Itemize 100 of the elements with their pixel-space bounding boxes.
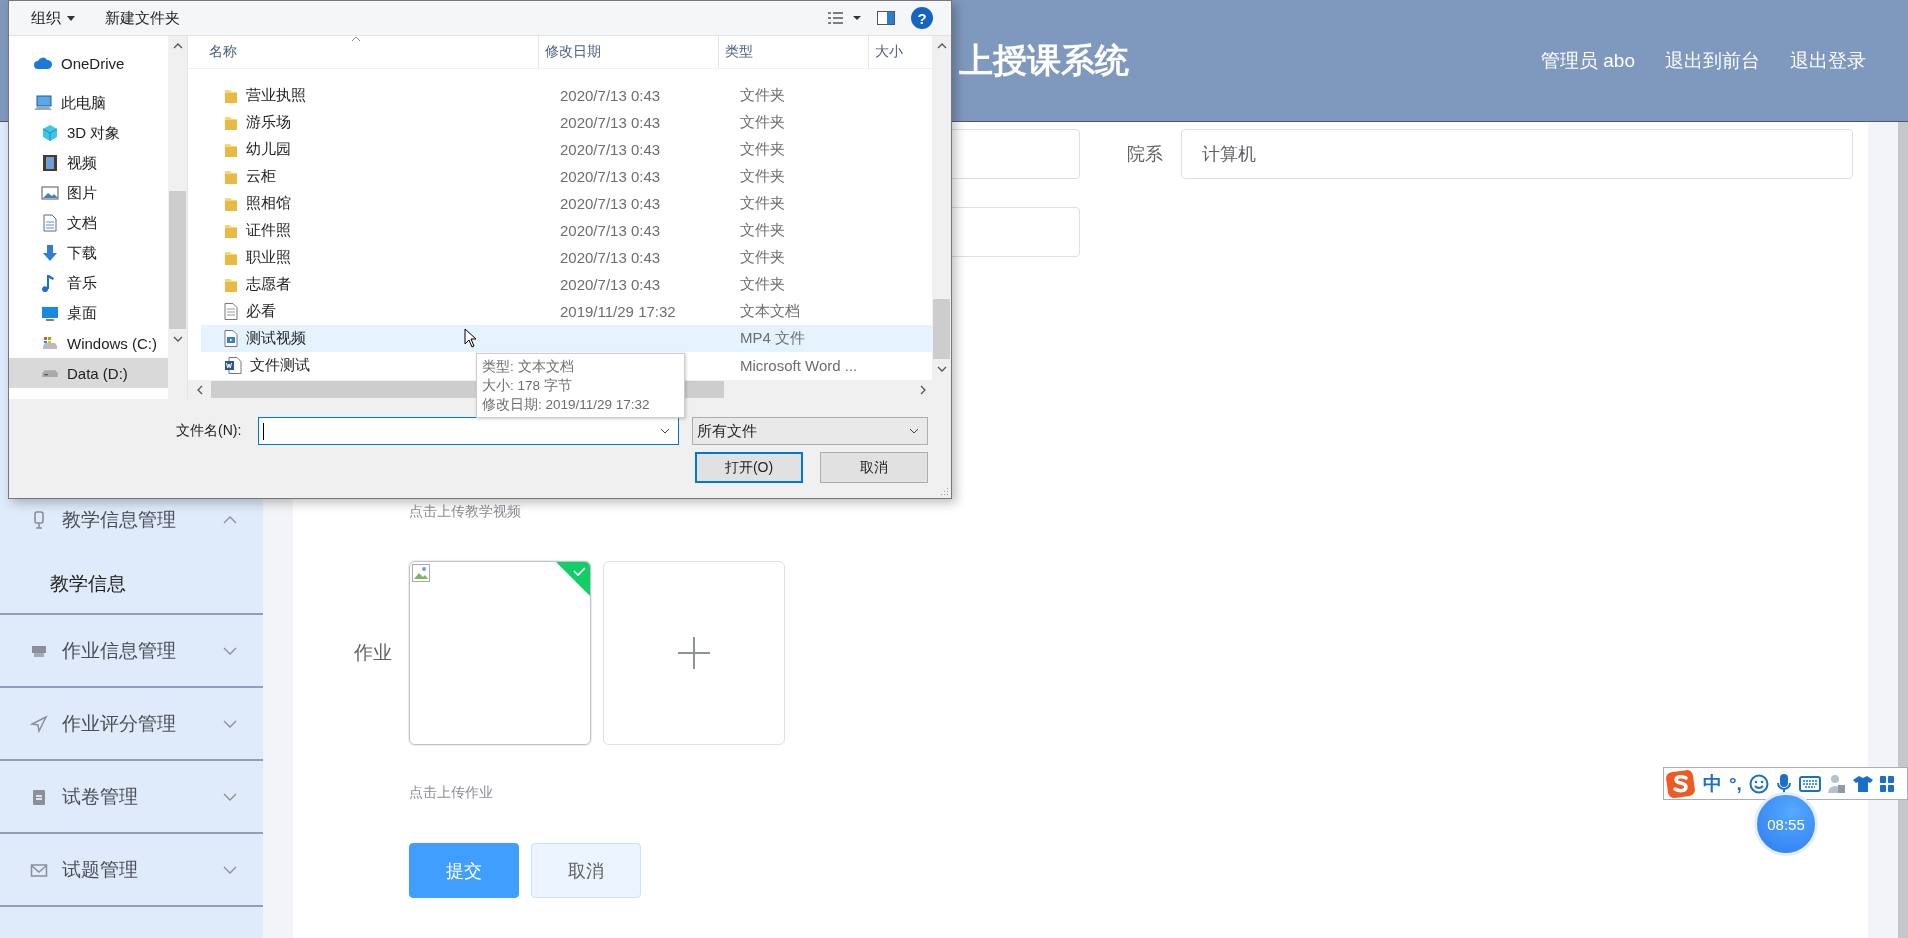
submenu-item[interactable]: 教学信息 (0, 555, 263, 613)
folder-icon (224, 141, 238, 158)
nav-item[interactable]: OneDrive (9, 48, 168, 78)
file-name: 测试视频 (246, 329, 306, 348)
picture-icon (41, 184, 59, 202)
nav-item[interactable]: 此电脑 (9, 88, 168, 118)
file-type: 文件夹 (739, 167, 786, 186)
shirt-icon[interactable] (1852, 774, 1873, 793)
broken-image-icon (412, 564, 430, 582)
upload-hint: 点击上传教学视频 (409, 503, 521, 519)
nav-item[interactable]: Data (D:) (9, 358, 168, 388)
nav-item[interactable]: 文档 (9, 208, 168, 238)
scroll-thumb[interactable] (933, 299, 950, 359)
nav-item[interactable]: 视频 (9, 148, 168, 178)
file-date: 2020/7/13 0:43 (559, 195, 662, 212)
upload-hint: 点击上传作业 (409, 784, 493, 800)
file-name-field[interactable] (258, 417, 679, 445)
drive-icon (41, 334, 59, 352)
grid-icon[interactable] (1879, 774, 1894, 793)
file-type: 文件夹 (739, 248, 786, 267)
file-name: 必看 (246, 302, 276, 321)
send-icon (30, 714, 48, 733)
organize-menu[interactable]: 组织 (31, 8, 61, 28)
file-name: 志愿者 (246, 275, 291, 294)
help-button[interactable]: ? (911, 7, 933, 29)
scrollbar[interactable] (168, 36, 187, 399)
document-icon (41, 214, 59, 232)
smiley-icon[interactable] (1748, 773, 1769, 794)
file-type: 文件夹 (739, 275, 786, 294)
file-type: 文本文档 (739, 302, 801, 321)
file-type: 文件夹 (739, 86, 786, 105)
file-row[interactable]: 测试视频 MP4 文件 (201, 325, 932, 352)
file-name: 游乐场 (246, 113, 291, 132)
person-icon[interactable] (1827, 773, 1846, 794)
file-type: 文件夹 (739, 140, 786, 159)
file-name: 照相馆 (246, 194, 291, 213)
tooltip-line: 类型: 文本文档 (482, 358, 575, 376)
input-mode-toggle[interactable]: 中 (1703, 770, 1722, 797)
file-name: 营业执照 (246, 86, 306, 105)
file-date: 2019/11/29 17:32 (559, 303, 677, 320)
preview-pane-icon[interactable] (877, 11, 895, 25)
cancel-button[interactable]: 取消 (820, 452, 928, 483)
drive-icon (41, 369, 59, 377)
nav-item[interactable]: 下载 (9, 238, 168, 268)
scrollbar[interactable] (1898, 122, 1908, 938)
file-type: 文件夹 (739, 113, 786, 132)
text-field[interactable]: 计算机 (1181, 129, 1853, 179)
folder-icon (224, 222, 238, 239)
resize-grip-icon[interactable] (939, 486, 949, 496)
file-date: 2020/7/13 0:43 (559, 141, 662, 158)
menu-item[interactable]: 试卷管理 (0, 761, 263, 832)
mouse-cursor-icon (464, 328, 478, 348)
file-type: MP4 文件 (739, 329, 806, 348)
folder-icon (224, 276, 238, 293)
desktop-icon (41, 304, 59, 322)
file-date: 2020/7/13 0:43 (559, 276, 662, 293)
column-header[interactable]: 名称 (203, 36, 539, 68)
file-name-label: 文件名(N): (176, 422, 243, 440)
file-name: 职业照 (246, 248, 291, 267)
keyboard-icon[interactable] (1798, 775, 1821, 792)
column-header[interactable]: 修改日期 (539, 36, 719, 68)
field-label: 院系 (1127, 143, 1164, 166)
download-icon (41, 244, 59, 262)
field-label: 作业 (353, 641, 392, 665)
word-file-icon (224, 357, 242, 374)
nav-item[interactable]: Windows (C:) (9, 328, 168, 358)
menu-item[interactable]: 试题管理 (0, 834, 263, 905)
scrollbar[interactable] (932, 36, 951, 399)
file-name: 幼儿园 (246, 140, 291, 159)
cloud-icon (33, 56, 53, 70)
film-icon (41, 154, 59, 172)
view-options-icon[interactable] (827, 11, 861, 25)
menu-item[interactable]: 教学信息管理 (0, 484, 263, 555)
microphone-icon[interactable] (1775, 772, 1792, 795)
file-type: 文件夹 (739, 221, 786, 240)
clipboard-icon (30, 787, 48, 806)
new-folder-button[interactable]: 新建文件夹 (105, 8, 180, 28)
nav-item[interactable]: 音乐 (9, 268, 168, 298)
file-type: Microsoft Word ... (739, 357, 859, 374)
cancel-button[interactable]: 取消 (531, 843, 641, 898)
nav-item[interactable]: 图片 (9, 178, 168, 208)
menu-item[interactable]: 作业评分管理 (0, 688, 263, 759)
scroll-thumb[interactable] (169, 191, 186, 329)
folder-icon (224, 195, 238, 212)
file-name: 证件照 (246, 221, 291, 240)
column-header[interactable]: 大小 (869, 36, 914, 68)
input-method-logo-icon[interactable] (1666, 768, 1696, 799)
punctuation-toggle[interactable]: °, (1729, 772, 1742, 795)
file-date: 2020/7/13 0:43 (559, 249, 662, 266)
caret-icon[interactable] (67, 15, 75, 21)
file-name: 云柜 (246, 167, 276, 186)
nav-item[interactable]: 3D 对象 (9, 118, 168, 148)
file-date: 2020/7/13 0:43 (559, 168, 662, 185)
column-header[interactable]: 类型 (719, 36, 869, 68)
nav-item[interactable]: 桌面 (9, 298, 168, 328)
file-type-dropdown[interactable]: 所有文件 (692, 417, 928, 445)
open-button[interactable]: 打开(O) (695, 452, 803, 483)
file-name: 文件测试 (250, 356, 310, 375)
menu-item[interactable]: 作业信息管理 (0, 615, 263, 686)
computer-icon (33, 95, 53, 111)
